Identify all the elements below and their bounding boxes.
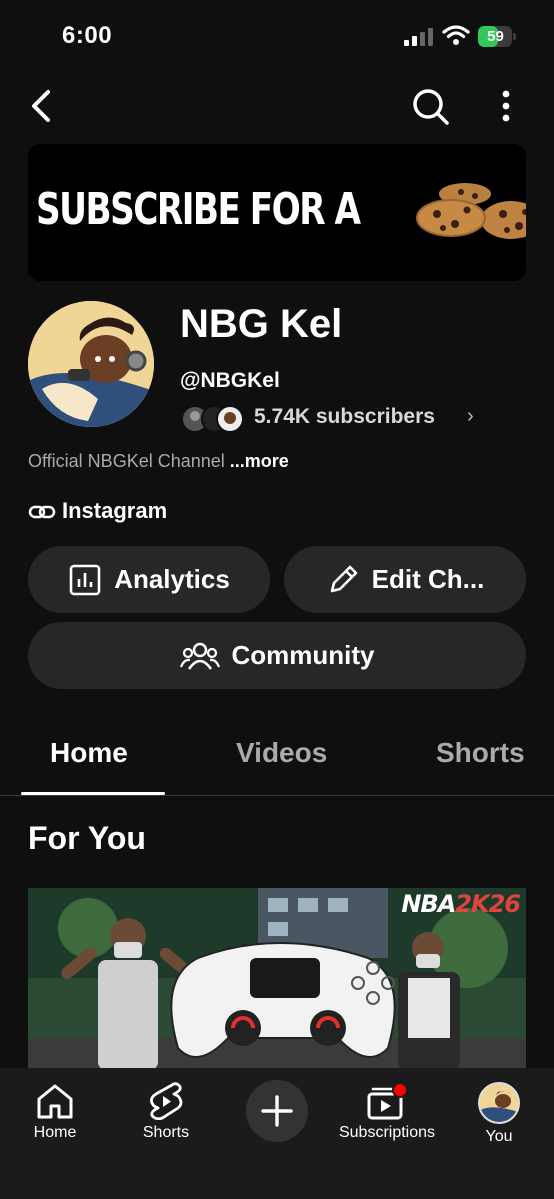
edit-channel-button[interactable]: Edit Ch... (284, 546, 526, 613)
section-title: For You (28, 820, 146, 856)
wifi-icon (442, 25, 470, 45)
nba2k-logo: NBA2K26 (401, 890, 521, 918)
more-link[interactable]: ...more (230, 451, 289, 471)
channel-banner: SUBSCRIBE FOR A (28, 144, 526, 281)
channel-description[interactable]: Official NBGKel Channel ...more (28, 451, 289, 472)
nav-subscriptions[interactable]: Subscriptions (332, 1082, 442, 1142)
analytics-icon (69, 564, 101, 595)
cookies-image (416, 183, 526, 239)
home-icon (37, 1084, 73, 1119)
battery-indicator: 59 (478, 26, 518, 47)
analytics-label: Analytics (114, 564, 230, 594)
nav-subscriptions-label: Subscriptions (338, 1124, 436, 1141)
subscriptions-icon (367, 1082, 408, 1120)
status-time: 6:00 (62, 22, 113, 49)
community-icon (179, 642, 220, 670)
more-options-icon[interactable] (494, 86, 518, 126)
nav-home-label: Home (33, 1124, 77, 1141)
nav-shorts-label: Shorts (142, 1124, 190, 1141)
instagram-link[interactable]: Instagram (62, 498, 167, 524)
battery-percent: 59 (487, 28, 504, 45)
subscriber-avatars (181, 405, 244, 433)
back-icon[interactable] (24, 86, 60, 126)
video-thumbnail[interactable]: NBA2K26 (28, 888, 526, 1070)
channel-avatar[interactable] (28, 301, 154, 427)
tab-home[interactable]: Home (50, 737, 128, 769)
community-label: Community (231, 640, 375, 670)
description-text: Official NBGKel Channel (28, 451, 225, 471)
cellular-signal-icon (404, 28, 433, 46)
channel-name: NBG Kel (180, 302, 343, 346)
nav-you[interactable]: You (454, 1082, 544, 1146)
nav-shorts[interactable]: Shorts (121, 1082, 211, 1142)
tab-shorts[interactable]: Shorts (436, 737, 525, 769)
you-avatar (478, 1082, 520, 1124)
shorts-icon (150, 1082, 183, 1120)
notification-dot (392, 1082, 408, 1098)
chevron-right-icon: › (467, 405, 474, 427)
search-icon[interactable] (408, 84, 452, 128)
link-icon (28, 505, 56, 519)
tab-divider (0, 795, 554, 796)
community-button[interactable]: Community (28, 622, 526, 689)
bottom-navigation: Home Shorts Subscriptions You (0, 1068, 554, 1199)
banner-text: SUBSCRIBE FOR A (36, 184, 361, 235)
subscriber-count[interactable]: 5.74K subscribers (254, 405, 435, 429)
nav-you-label: You (485, 1128, 513, 1145)
create-button[interactable] (246, 1080, 308, 1142)
tab-videos[interactable]: Videos (236, 737, 327, 769)
edit-channel-label: Edit Ch... (371, 564, 485, 594)
pencil-icon (330, 565, 357, 592)
analytics-button[interactable]: Analytics (28, 546, 270, 613)
channel-handle: @NBGKel (180, 369, 280, 392)
plus-icon (261, 1095, 293, 1127)
nav-home[interactable]: Home (10, 1082, 100, 1142)
